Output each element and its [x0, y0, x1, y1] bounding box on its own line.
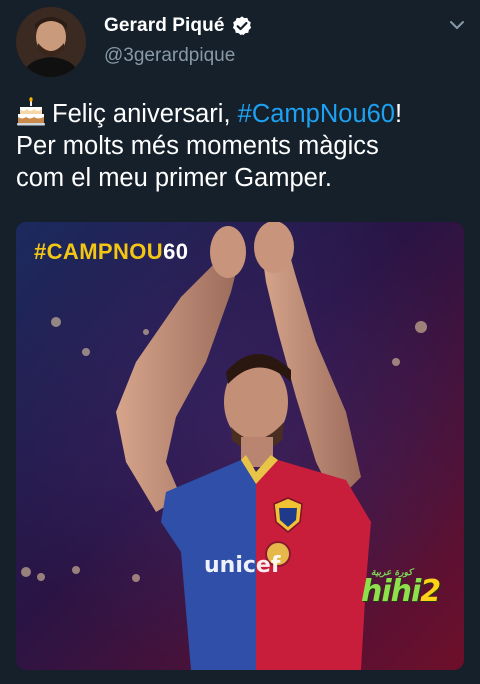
watermark-logo: كورة عربية hihi2 — [361, 568, 441, 609]
chevron-down-icon[interactable] — [448, 18, 466, 32]
display-name[interactable]: Gerard Piqué — [104, 15, 225, 37]
author-name-row[interactable]: Gerard Piqué — [104, 15, 253, 37]
media-image[interactable]: unicef #CAMPNOU60 كورة عربية hihi2 — [16, 222, 464, 670]
shirt-sponsor-text: unicef — [204, 553, 281, 578]
watermark-small-text: كورة عربية — [371, 568, 413, 578]
tweet-line-3: com el meu primer Gamper. — [16, 164, 333, 192]
watermark-main-text: hihi — [361, 574, 421, 609]
tweet-card: Gerard Piqué @3gerardpique Feliç anivers… — [0, 0, 480, 684]
tweet-line-1: Feliç aniversari, #CampNou60! — [16, 97, 468, 130]
tweet-line-1-prefix: Feliç aniversari, — [52, 100, 238, 128]
user-handle[interactable]: @3gerardpique — [104, 45, 235, 67]
tweet-text: Feliç aniversari, #CampNou60! Per molts … — [16, 97, 468, 194]
tweet-line-2: Per molts més moments màgics — [16, 132, 379, 160]
hashtag-link[interactable]: #CampNou60 — [238, 100, 395, 128]
tweet-line-1-suffix: ! — [395, 100, 403, 128]
media-hashtag-text: #CAMPNOU — [34, 239, 164, 264]
birthday-cake-emoji — [17, 97, 45, 126]
verified-badge-icon — [232, 16, 251, 36]
media-hashtag-number: 60 — [163, 239, 189, 264]
watermark-digit: 2 — [420, 574, 441, 609]
media-hashtag-overlay: #CAMPNOU60 — [34, 239, 188, 265]
avatar[interactable] — [16, 7, 86, 77]
avatar-image — [16, 7, 86, 77]
